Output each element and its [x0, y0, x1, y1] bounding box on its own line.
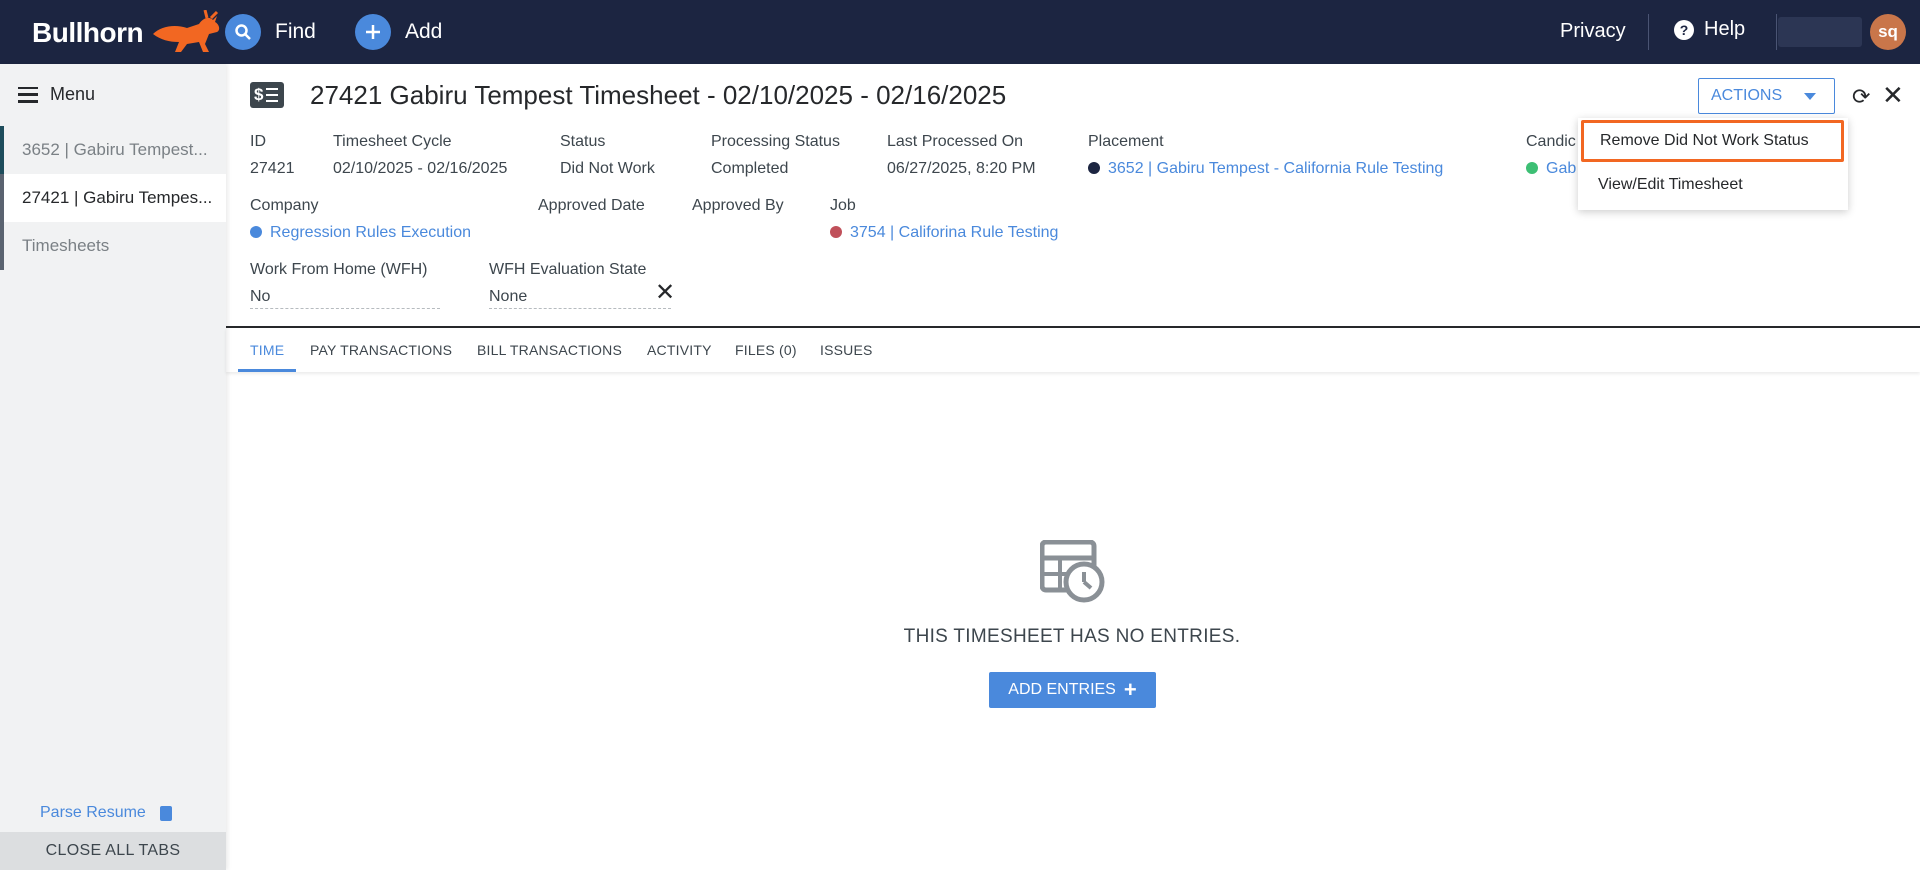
tab-files[interactable]: FILES (0) [735, 342, 797, 358]
sidebar-tab-timesheets[interactable]: Timesheets [0, 222, 226, 270]
wfh-evaluation-select[interactable]: None [489, 288, 671, 309]
field-value: 02/10/2025 - 02/16/2025 [333, 160, 508, 177]
hamburger-icon [18, 86, 38, 103]
search-icon [225, 14, 261, 50]
field-label: ID [250, 133, 266, 150]
parse-resume-link[interactable]: Parse Resume [40, 804, 172, 822]
active-tab-indicator [238, 369, 296, 372]
top-navigation-bar: Bullhorn Find Add Privacy ? Help sq [0, 0, 1920, 64]
user-name-box[interactable] [1778, 17, 1862, 47]
help-label: Help [1704, 18, 1746, 40]
tab-time[interactable]: TIME [250, 342, 284, 358]
field-label: Job [830, 197, 856, 214]
placement-status-dot [1088, 162, 1100, 174]
field-value: 27421 [250, 160, 295, 177]
empty-state-message: THIS TIMESHEET HAS NO ENTRIES. [903, 626, 1241, 647]
field-label: Timesheet Cycle [333, 133, 452, 150]
field-label: Candic [1526, 133, 1576, 150]
field-timesheet-cycle: Timesheet Cycle 02/10/2025 - 02/16/2025 [333, 133, 507, 178]
field-wfh-evaluation: WFH Evaluation State None [489, 261, 671, 309]
topbar-divider [1648, 14, 1649, 50]
field-processing-status: Processing Status Completed [711, 133, 840, 178]
close-icon[interactable]: ✕ [1882, 80, 1904, 111]
menu-label: Menu [50, 84, 96, 104]
actions-button[interactable]: ACTIONS [1698, 78, 1835, 114]
sidebar: Menu 3652 | Gabiru Tempest... 27421 | Ga… [0, 64, 226, 870]
parse-resume-label: Parse Resume [40, 804, 146, 821]
bull-logo-icon [153, 10, 220, 52]
placement-value-row: 3652 | Gabiru Tempest - California Rule … [1088, 160, 1443, 178]
find-label: Find [275, 20, 316, 43]
field-label: Approved By [692, 197, 784, 214]
field-id: ID 27421 [250, 133, 295, 178]
company-status-dot [250, 226, 262, 238]
add-entries-label: ADD ENTRIES [1008, 681, 1116, 698]
field-company: Company Regression Rules Execution [250, 197, 471, 242]
field-label: Last Processed On [887, 133, 1024, 150]
clear-icon[interactable]: ✕ [655, 278, 675, 307]
candidate-link[interactable]: Gab [1546, 160, 1576, 177]
job-link[interactable]: 3754 | Califorina Rule Testing [850, 224, 1058, 241]
field-label: Work From Home (WFH) [250, 261, 428, 278]
field-label: Placement [1088, 133, 1164, 150]
actions-dropdown-menu: Remove Did Not Work Status View/Edit Tim… [1578, 118, 1848, 210]
field-status: Status Did Not Work [560, 133, 655, 178]
add-entries-button[interactable]: ADD ENTRIES + [989, 672, 1156, 708]
sidebar-tab-placement[interactable]: 3652 | Gabiru Tempest... [0, 126, 226, 174]
document-icon [159, 805, 172, 821]
job-status-dot [830, 226, 842, 238]
avatar[interactable]: sq [1870, 14, 1906, 50]
sidebar-tab-timesheet[interactable]: 27421 | Gabiru Tempes... [0, 174, 226, 222]
field-label: Status [560, 133, 606, 150]
help-icon: ? [1674, 19, 1694, 40]
field-placement: Placement 3652 | Gabiru Tempest - Califo… [1088, 133, 1443, 178]
privacy-link[interactable]: Privacy [1560, 20, 1626, 43]
field-value: Did Not Work [560, 160, 655, 177]
field-label: Approved Date [538, 197, 645, 214]
logo-text: Bullhorn [32, 17, 144, 48]
field-label: Company [250, 197, 319, 214]
candidate-status-dot [1526, 162, 1538, 174]
company-value-row: Regression Rules Execution [250, 224, 471, 242]
plus-icon [355, 14, 391, 50]
candidate-value-row: Gab [1526, 160, 1576, 178]
caret-down-icon [1804, 92, 1817, 100]
tab-activity[interactable]: ACTIVITY [647, 342, 712, 358]
field-value: 06/27/2025, 8:20 PM [887, 160, 1036, 177]
detail-tabs: TIME PAY TRANSACTIONS BILL TRANSACTIONS … [226, 328, 1920, 372]
timesheet-record-icon: $ [250, 82, 284, 108]
close-all-tabs-button[interactable]: CLOSE ALL TABS [0, 832, 226, 870]
field-value: Completed [711, 160, 789, 177]
field-job: Job 3754 | Califorina Rule Testing [830, 197, 1058, 242]
job-value-row: 3754 | Califorina Rule Testing [830, 224, 1058, 242]
tab-pay-transactions[interactable]: PAY TRANSACTIONS [310, 342, 452, 358]
bullhorn-logo[interactable]: Bullhorn [32, 10, 227, 56]
tab-issues[interactable]: ISSUES [820, 342, 873, 358]
field-approved-date: Approved Date [538, 197, 645, 215]
field-approved-by: Approved By [692, 197, 784, 215]
tab-bill-transactions[interactable]: BILL TRANSACTIONS [477, 342, 622, 358]
timesheet-clock-icon [1040, 540, 1105, 603]
field-label: WFH Evaluation State [489, 261, 647, 278]
company-link[interactable]: Regression Rules Execution [270, 224, 471, 241]
refresh-icon[interactable]: ⟳ [1852, 84, 1870, 110]
help-button[interactable]: ? Help [1674, 18, 1745, 41]
add-label: Add [405, 20, 443, 43]
add-button[interactable]: Add [355, 14, 442, 50]
plus-icon: + [1123, 677, 1137, 702]
view-edit-timesheet-item[interactable]: View/Edit Timesheet [1578, 164, 1848, 206]
topbar-divider [1776, 14, 1777, 50]
field-last-processed: Last Processed On 06/27/2025, 8:20 PM [887, 133, 1036, 178]
field-candidate: Candic Gab [1526, 133, 1576, 178]
find-button[interactable]: Find [225, 14, 316, 50]
remove-did-not-work-status-item[interactable]: Remove Did Not Work Status [1581, 120, 1844, 162]
placement-link[interactable]: 3652 | Gabiru Tempest - California Rule … [1108, 160, 1443, 177]
actions-label: ACTIONS [1711, 87, 1783, 104]
wfh-select[interactable]: No [250, 288, 440, 309]
field-label: Processing Status [711, 133, 840, 150]
menu-button[interactable]: Menu [18, 84, 95, 105]
page-title: 27421 Gabiru Tempest Timesheet - 02/10/2… [310, 80, 1007, 110]
field-wfh: Work From Home (WFH) No [250, 261, 440, 309]
